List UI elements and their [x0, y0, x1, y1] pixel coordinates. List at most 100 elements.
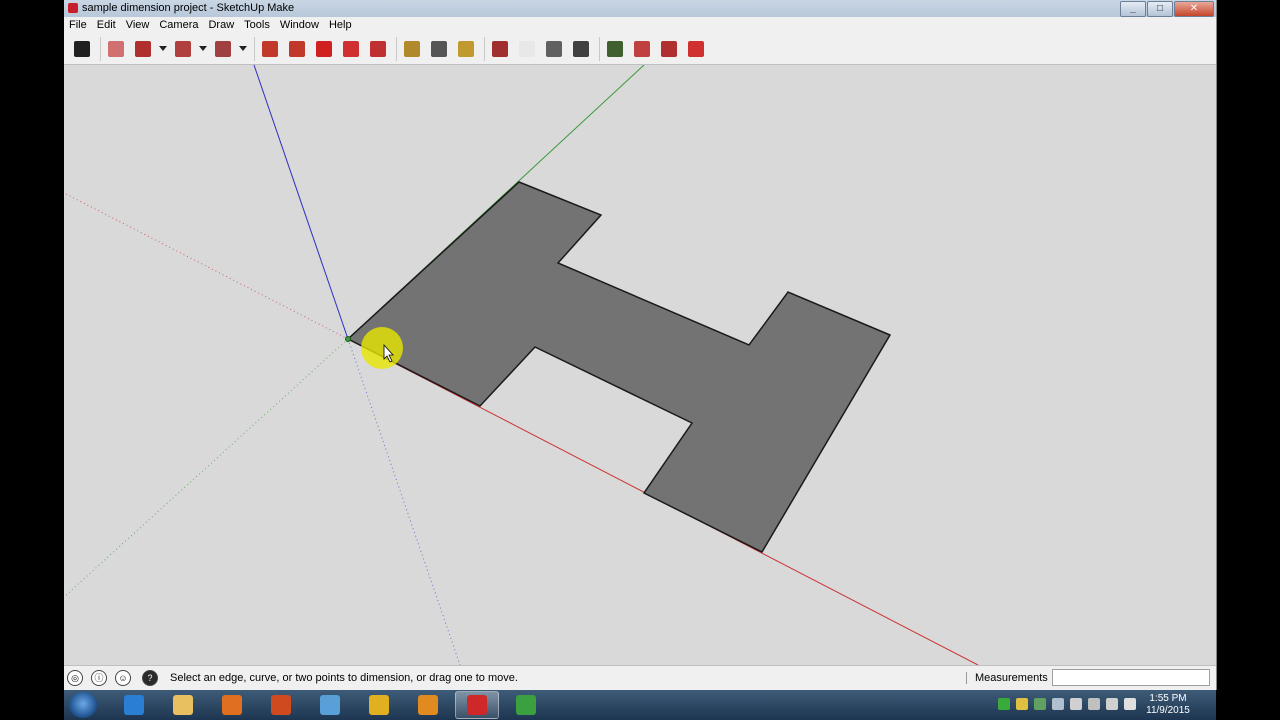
components-tool[interactable] [657, 37, 681, 61]
eraser-tool[interactable] [104, 37, 128, 61]
status-bar: ◎ ⓘ ☺ ? Select an edge, curve, or two po… [64, 665, 1216, 691]
camtasia-icon [516, 695, 536, 715]
tray-icon[interactable] [1106, 698, 1118, 710]
h-shaped-face[interactable] [346, 181, 892, 553]
eraser-tool-icon [108, 40, 124, 57]
move-tool[interactable] [312, 37, 336, 61]
line-tool[interactable] [131, 37, 155, 61]
start-button[interactable] [69, 692, 97, 718]
cursor-highlight [361, 327, 403, 369]
scale-tool-icon [370, 40, 386, 57]
taskbar-remote-viewer[interactable] [308, 691, 352, 719]
arc-tool-dropdown[interactable] [198, 37, 208, 61]
menu-tools[interactable]: Tools [239, 17, 275, 33]
rotate-tool[interactable] [339, 37, 363, 61]
user-icon[interactable]: ☺ [115, 670, 131, 686]
green-axis-hidden [64, 338, 349, 598]
paint-bucket-tool[interactable] [454, 37, 478, 61]
media-player-icon [222, 695, 242, 715]
menu-draw[interactable]: Draw [203, 17, 239, 33]
measurements-label: Measurements [966, 672, 1048, 684]
geo-location-icon[interactable]: ◎ [67, 670, 83, 686]
arc-tool[interactable] [171, 37, 195, 61]
taskbar-outlook[interactable] [406, 691, 450, 719]
follow-me-tool[interactable] [285, 37, 309, 61]
status-message: Select an edge, curve, or two points to … [170, 672, 518, 684]
rectangle-tool[interactable] [211, 37, 235, 61]
file-explorer-icon [173, 695, 193, 715]
taskbar-file-explorer[interactable] [161, 691, 205, 719]
drawing-viewport[interactable] [64, 65, 1216, 665]
zoom-tool[interactable] [542, 37, 566, 61]
menu-edit[interactable]: Edit [92, 17, 121, 33]
orbit-tool[interactable] [488, 37, 512, 61]
3d-warehouse-tool[interactable] [603, 37, 627, 61]
window-title: sample dimension project - SketchUp Make [82, 2, 295, 14]
minimize-icon[interactable]: _ [1120, 1, 1146, 17]
taskbar-camtasia[interactable] [504, 691, 548, 719]
menu-bar: File Edit View Camera Draw Tools Window … [64, 17, 1216, 33]
menu-view[interactable]: View [121, 17, 155, 33]
taskbar-chrome[interactable] [357, 691, 401, 719]
sketchup-app-icon [68, 3, 78, 13]
scale-tool[interactable] [366, 37, 390, 61]
tape-measure-tool-icon [404, 40, 420, 57]
tray-icon[interactable] [998, 698, 1010, 710]
menu-help[interactable]: Help [324, 17, 357, 33]
taskbar-media-player[interactable] [210, 691, 254, 719]
line-tool-dropdown[interactable] [158, 37, 168, 61]
clock-time: 1:55 PM [1149, 693, 1187, 704]
zoom-extents-tool[interactable] [569, 37, 593, 61]
tape-measure-tool[interactable] [400, 37, 424, 61]
toolbar-separator [100, 36, 101, 61]
rectangle-tool-dropdown[interactable] [238, 37, 248, 61]
model-canvas[interactable] [64, 65, 1216, 665]
text-tool-icon [431, 40, 447, 57]
pan-tool[interactable] [515, 37, 539, 61]
blue-axis [253, 65, 349, 340]
remote-viewer-icon [320, 695, 340, 715]
follow-me-tool-icon [289, 40, 305, 57]
credits-icon[interactable]: ⓘ [91, 670, 107, 686]
tray-icon[interactable] [1070, 698, 1082, 710]
clock[interactable]: 1:55 PM 11/9/2015 [1138, 693, 1198, 717]
title-bar: sample dimension project - SketchUp Make… [64, 0, 1216, 17]
push-pull-tool[interactable] [258, 37, 282, 61]
pan-tool-icon [519, 40, 535, 57]
tray-icon[interactable] [1088, 698, 1100, 710]
large-tool-set-toolbar [64, 33, 1216, 65]
close-icon[interactable]: ✕ [1174, 1, 1214, 17]
move-tool-icon [316, 40, 332, 57]
sketchup-window: sample dimension project - SketchUp Make… [64, 0, 1217, 691]
menu-file[interactable]: File [64, 17, 92, 33]
tray-icon[interactable] [1052, 698, 1064, 710]
chrome-icon [369, 695, 389, 715]
clock-date: 11/9/2015 [1146, 705, 1190, 716]
rectangle-tool-icon [215, 40, 231, 57]
system-tray [998, 698, 1136, 710]
share-model-tool[interactable] [630, 37, 654, 61]
line-tool-icon [135, 40, 151, 57]
components-tool-icon [661, 40, 677, 57]
push-pull-tool-icon [262, 40, 278, 57]
taskbar-internet-explorer[interactable] [112, 691, 156, 719]
toolbar-separator [484, 36, 485, 61]
measurements-input[interactable] [1052, 669, 1210, 686]
tray-icon[interactable] [1016, 698, 1028, 710]
extension-warehouse-tool[interactable] [684, 37, 708, 61]
zoom-extents-tool-icon [573, 40, 589, 57]
maximize-icon[interactable]: □ [1147, 1, 1173, 17]
taskbar-sketchup[interactable] [455, 691, 499, 719]
menu-window[interactable]: Window [275, 17, 324, 33]
select-tool[interactable] [70, 37, 94, 61]
windows-taskbar: 1:55 PM 11/9/2015 [64, 690, 1216, 720]
outlook-icon [418, 695, 438, 715]
menu-camera[interactable]: Camera [154, 17, 203, 33]
tray-icon[interactable] [1124, 698, 1136, 710]
tray-icon[interactable] [1034, 698, 1046, 710]
internet-explorer-icon [124, 695, 144, 715]
share-model-tool-icon [634, 40, 650, 57]
text-tool[interactable] [427, 37, 451, 61]
taskbar-powerpoint[interactable] [259, 691, 303, 719]
help-icon[interactable]: ? [142, 670, 158, 686]
